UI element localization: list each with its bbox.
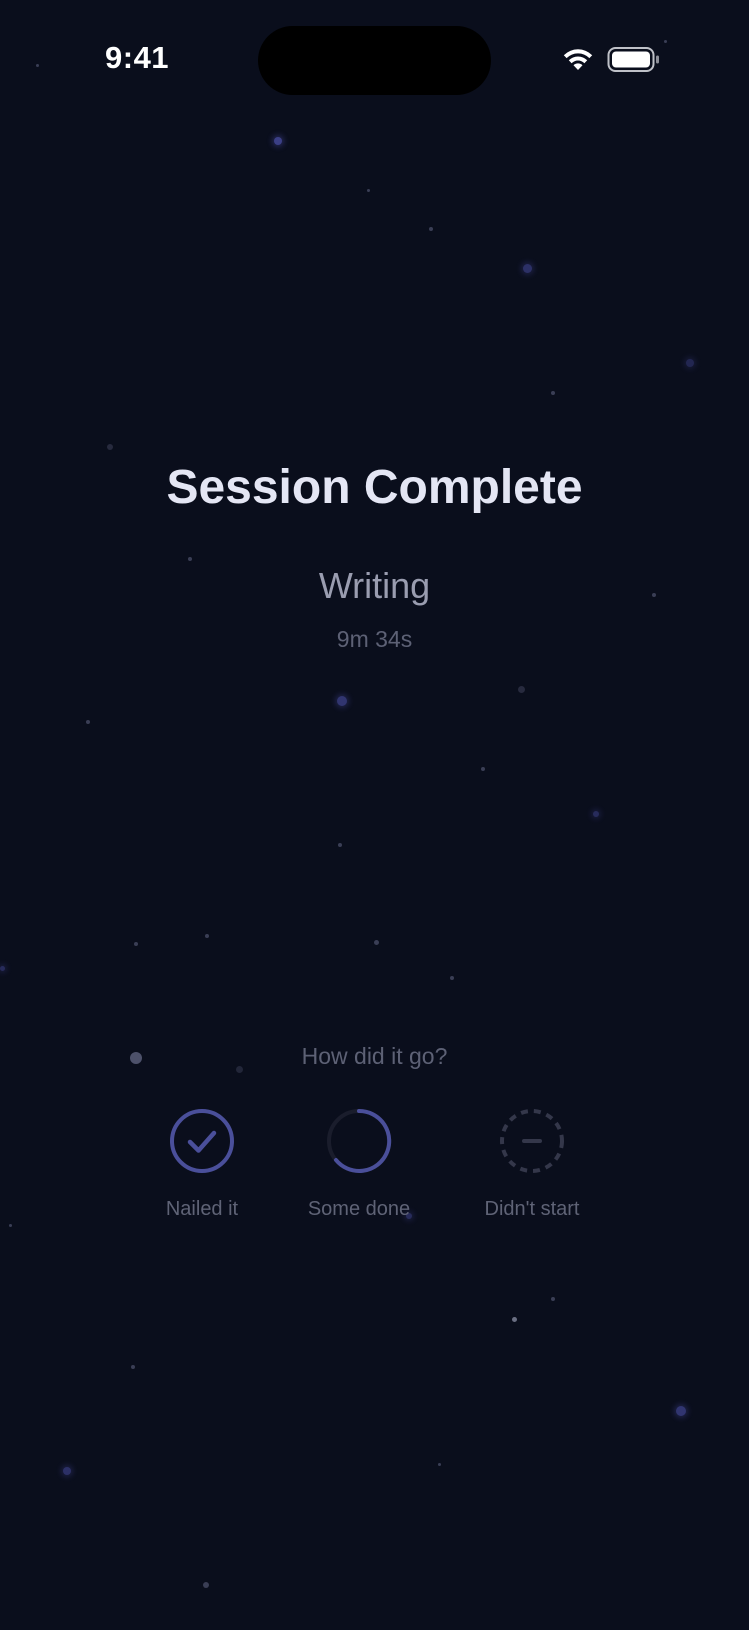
star <box>338 843 342 847</box>
rating-nailed-it-button[interactable]: Nailed it <box>127 1106 277 1226</box>
star <box>593 811 599 817</box>
rating-didnt-start-button[interactable]: Didn't start <box>457 1106 607 1226</box>
star <box>676 1406 686 1416</box>
star <box>551 391 555 395</box>
star <box>205 934 209 938</box>
dynamic-island <box>258 26 491 95</box>
feedback-prompt: How did it go? <box>301 1043 448 1069</box>
star <box>374 940 379 945</box>
star <box>134 942 138 946</box>
session-category: Writing <box>318 565 431 606</box>
status-time: 9:41 <box>105 40 170 75</box>
star <box>481 767 485 771</box>
wifi-icon <box>563 49 593 70</box>
star <box>274 137 282 145</box>
session-duration: 9m 34s <box>336 626 413 652</box>
star <box>86 720 90 724</box>
status-bar: 9:41 <box>0 0 749 120</box>
star <box>518 686 525 693</box>
star <box>0 966 5 971</box>
star <box>686 359 694 367</box>
session-complete-screen: 9:41 Session Complete Writing 9m 34s How… <box>0 0 749 1630</box>
star <box>188 557 192 561</box>
battery-icon <box>607 47 659 72</box>
partial-circle-icon <box>327 1108 392 1173</box>
session-complete-title: Session Complete <box>166 461 583 514</box>
star <box>203 1582 209 1588</box>
star <box>63 1467 71 1475</box>
star <box>367 189 370 192</box>
star <box>131 1365 135 1369</box>
star <box>551 1297 555 1301</box>
check-circle-icon <box>170 1109 234 1173</box>
star <box>429 227 433 231</box>
star <box>438 1463 441 1466</box>
rating-label: Didn't start <box>484 1198 580 1220</box>
rating-some-done-button[interactable]: Some done <box>284 1106 434 1226</box>
star <box>337 696 347 706</box>
star <box>9 1224 12 1227</box>
rating-label: Some done <box>307 1198 411 1220</box>
star <box>450 976 454 980</box>
star <box>523 264 532 273</box>
dashed-minus-circle-icon <box>500 1109 564 1173</box>
star <box>107 444 113 450</box>
star <box>512 1317 517 1322</box>
